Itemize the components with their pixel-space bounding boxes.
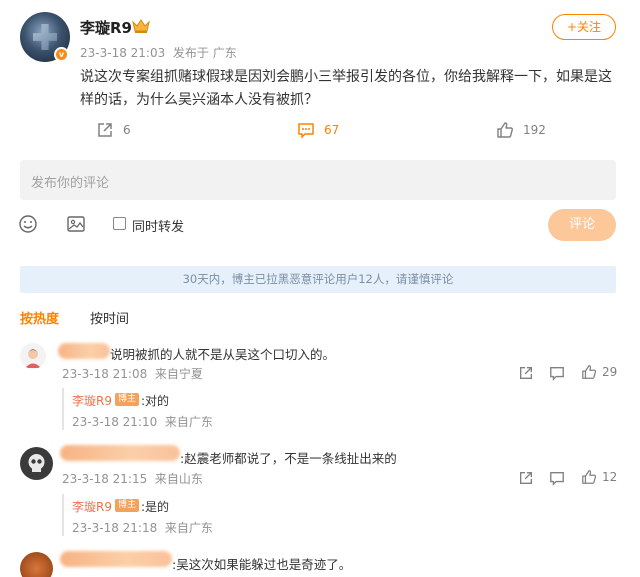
comment-like-count: 29 xyxy=(602,365,618,379)
share-count: 6 xyxy=(123,123,131,137)
reply-divider xyxy=(62,388,64,430)
comment-time: 23-3-18 21:15 xyxy=(62,472,148,486)
author-name[interactable]: 李璇R9 xyxy=(80,17,132,38)
reply-location: 来自广东 xyxy=(164,521,213,535)
reply-author[interactable]: 李璇R9 xyxy=(72,498,112,515)
post-location: 发布于 广东 xyxy=(172,46,237,60)
comment-time: 23-3-18 21:08 xyxy=(62,367,148,381)
blocked-notice: 30天内，博主已拉黑恶意评论用户12人，请谨慎评论 xyxy=(20,266,616,293)
thumbs-up-icon xyxy=(582,470,597,484)
comment-icon[interactable] xyxy=(549,470,565,486)
like-count: 192 xyxy=(523,123,546,137)
crown-icon xyxy=(132,19,150,33)
redacted-username xyxy=(58,343,110,359)
tab-by-time[interactable]: 按时间 xyxy=(90,308,129,327)
comment-like-count: 12 xyxy=(602,470,618,484)
commenter-avatar[interactable] xyxy=(20,447,53,480)
follow-button[interactable]: +关注 xyxy=(552,14,616,40)
thumbs-up-icon xyxy=(497,122,513,138)
post-text: 说这次专案组抓赌球假球是因刘会鹏小三举报引发的各位，你给我解释一下，如果是这样的… xyxy=(80,69,612,108)
reply-divider xyxy=(62,494,64,536)
author-badge: 博主 xyxy=(115,499,140,512)
like-button[interactable]: 192 xyxy=(496,120,546,140)
reply-text: :是的 xyxy=(141,500,170,514)
redacted-username xyxy=(60,445,180,461)
author-badge: 博主 xyxy=(115,393,140,406)
repost-checkbox[interactable] xyxy=(113,217,126,230)
share-icon[interactable] xyxy=(518,470,534,486)
reply-meta: 23-3-18 21:18 来自广东 xyxy=(72,519,213,536)
share-button[interactable]: 6 xyxy=(96,120,131,140)
verified-badge: v xyxy=(54,47,69,62)
comment-location: 来自宁夏 xyxy=(154,367,203,381)
person-icon xyxy=(25,349,41,368)
repost-label: 同时转发 xyxy=(132,220,185,235)
redacted-username xyxy=(60,551,172,567)
comment-text: :吴这次如果能躲过也是奇迹了。 xyxy=(172,557,352,572)
commenter-avatar[interactable] xyxy=(20,552,53,577)
thumbs-up-icon xyxy=(582,365,597,379)
comment-text: :赵震老师都说了，不是一条线扯出来的 xyxy=(180,451,397,466)
comment-meta: 23-3-18 21:15 来自山东 xyxy=(62,470,203,487)
share-icon xyxy=(98,123,112,137)
reply-time: 23-3-18 21:18 xyxy=(72,521,158,535)
comment-button[interactable]: 67 xyxy=(297,120,339,140)
comment-icon xyxy=(298,123,314,139)
tab-by-popularity[interactable]: 按热度 xyxy=(20,308,59,327)
submit-comment-button[interactable]: 评论 xyxy=(548,209,616,241)
reply-location: 来自广东 xyxy=(164,415,213,429)
image-icon[interactable] xyxy=(66,214,86,234)
comment-input[interactable]: 发布你的评论 xyxy=(20,160,616,200)
reply-author[interactable]: 李璇R9 xyxy=(72,392,112,409)
post-meta: 23-3-18 21:03 发布于 广东 xyxy=(80,44,237,61)
comment-text: 说明被抓的人就不是从吴这个口切入的。 xyxy=(110,347,336,362)
comment-like-button[interactable]: 12 xyxy=(581,469,617,485)
reply-meta: 23-3-18 21:10 来自广东 xyxy=(72,413,213,430)
commenter-avatar[interactable] xyxy=(20,343,46,369)
comment-like-button[interactable]: 29 xyxy=(581,364,617,380)
reply-time: 23-3-18 21:10 xyxy=(72,415,158,429)
share-icon[interactable] xyxy=(518,365,534,381)
reply-text: :对的 xyxy=(141,394,170,408)
comment-count: 67 xyxy=(324,123,340,137)
skull-icon xyxy=(28,454,45,472)
emoji-icon[interactable] xyxy=(18,214,38,234)
comment-icon[interactable] xyxy=(549,365,565,381)
comment-location: 来自山东 xyxy=(154,472,203,486)
comment-meta: 23-3-18 21:08 来自宁夏 xyxy=(62,365,203,382)
post-time: 23-3-18 21:03 xyxy=(80,46,166,60)
